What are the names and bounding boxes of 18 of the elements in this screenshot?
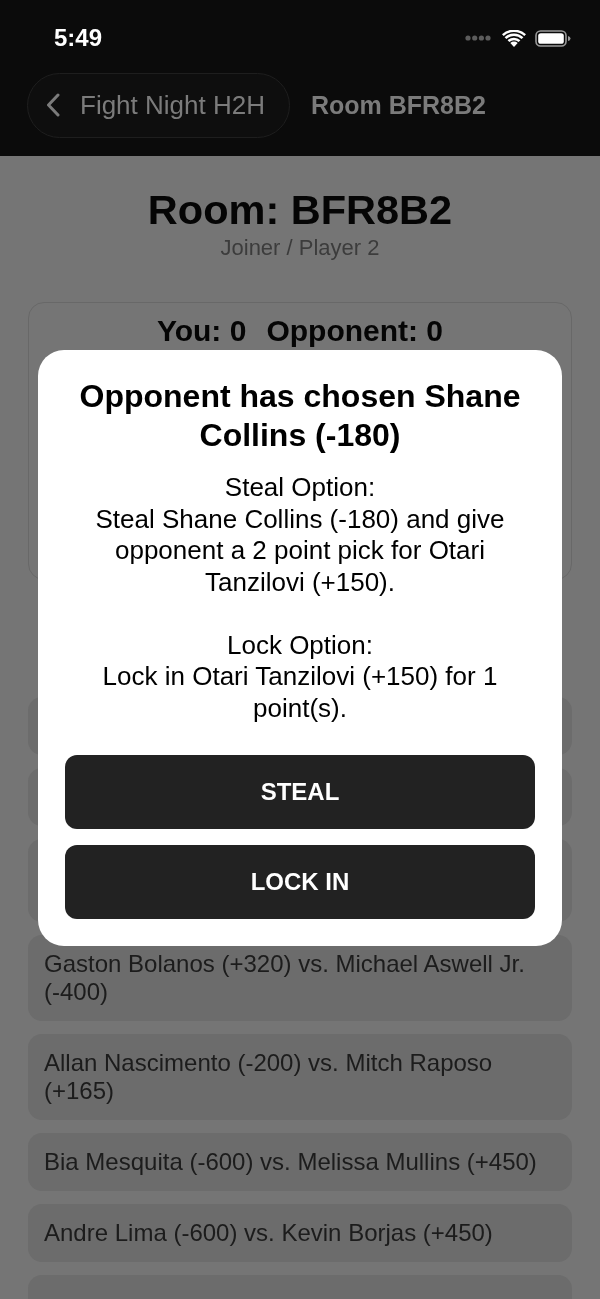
dialog-message: Steal Option: Steal Shane Collins (-180) and give opponent a 2 point pick for Otari Tanzilovi (+150). Lock Option: Lock in Otari Tanzilovi (+150) for 1 point(s). bbox=[94, 472, 506, 724]
battery-icon bbox=[535, 29, 571, 47]
nav-title: Room BFR8B2 bbox=[310, 90, 486, 120]
your-score: You: 0 bbox=[156, 314, 247, 348]
player-role: Joiner / Player 2 bbox=[220, 235, 380, 261]
opponent-score: Opponent: 0 bbox=[266, 314, 444, 348]
wifi-icon bbox=[502, 29, 526, 47]
room-title: Room: BFR8B2 bbox=[147, 186, 453, 234]
status-time: 5:49 bbox=[54, 24, 103, 52]
chevron-icon bbox=[46, 93, 60, 117]
fight-row[interactable]: Allan Nascimento (-200) vs. Mitch Raposo (+165) bbox=[28, 1034, 572, 1120]
dialog-title: Opponent has chosen Shane Collins (-180) bbox=[78, 377, 522, 455]
fight-row[interactable]: Bia Mesquita (-600) vs. Melissa Mullins (+450) bbox=[28, 1133, 572, 1191]
back-button[interactable]: Fight Night H2H bbox=[27, 72, 290, 138]
fight-row[interactable]: Andre Lima (-600) vs. Kevin Borjas (+450) bbox=[28, 1204, 572, 1262]
dialog-button[interactable]: STEAL bbox=[65, 755, 535, 829]
dialog-button[interactable]: LOCK IN bbox=[65, 845, 535, 919]
signal-icon bbox=[465, 35, 491, 41]
